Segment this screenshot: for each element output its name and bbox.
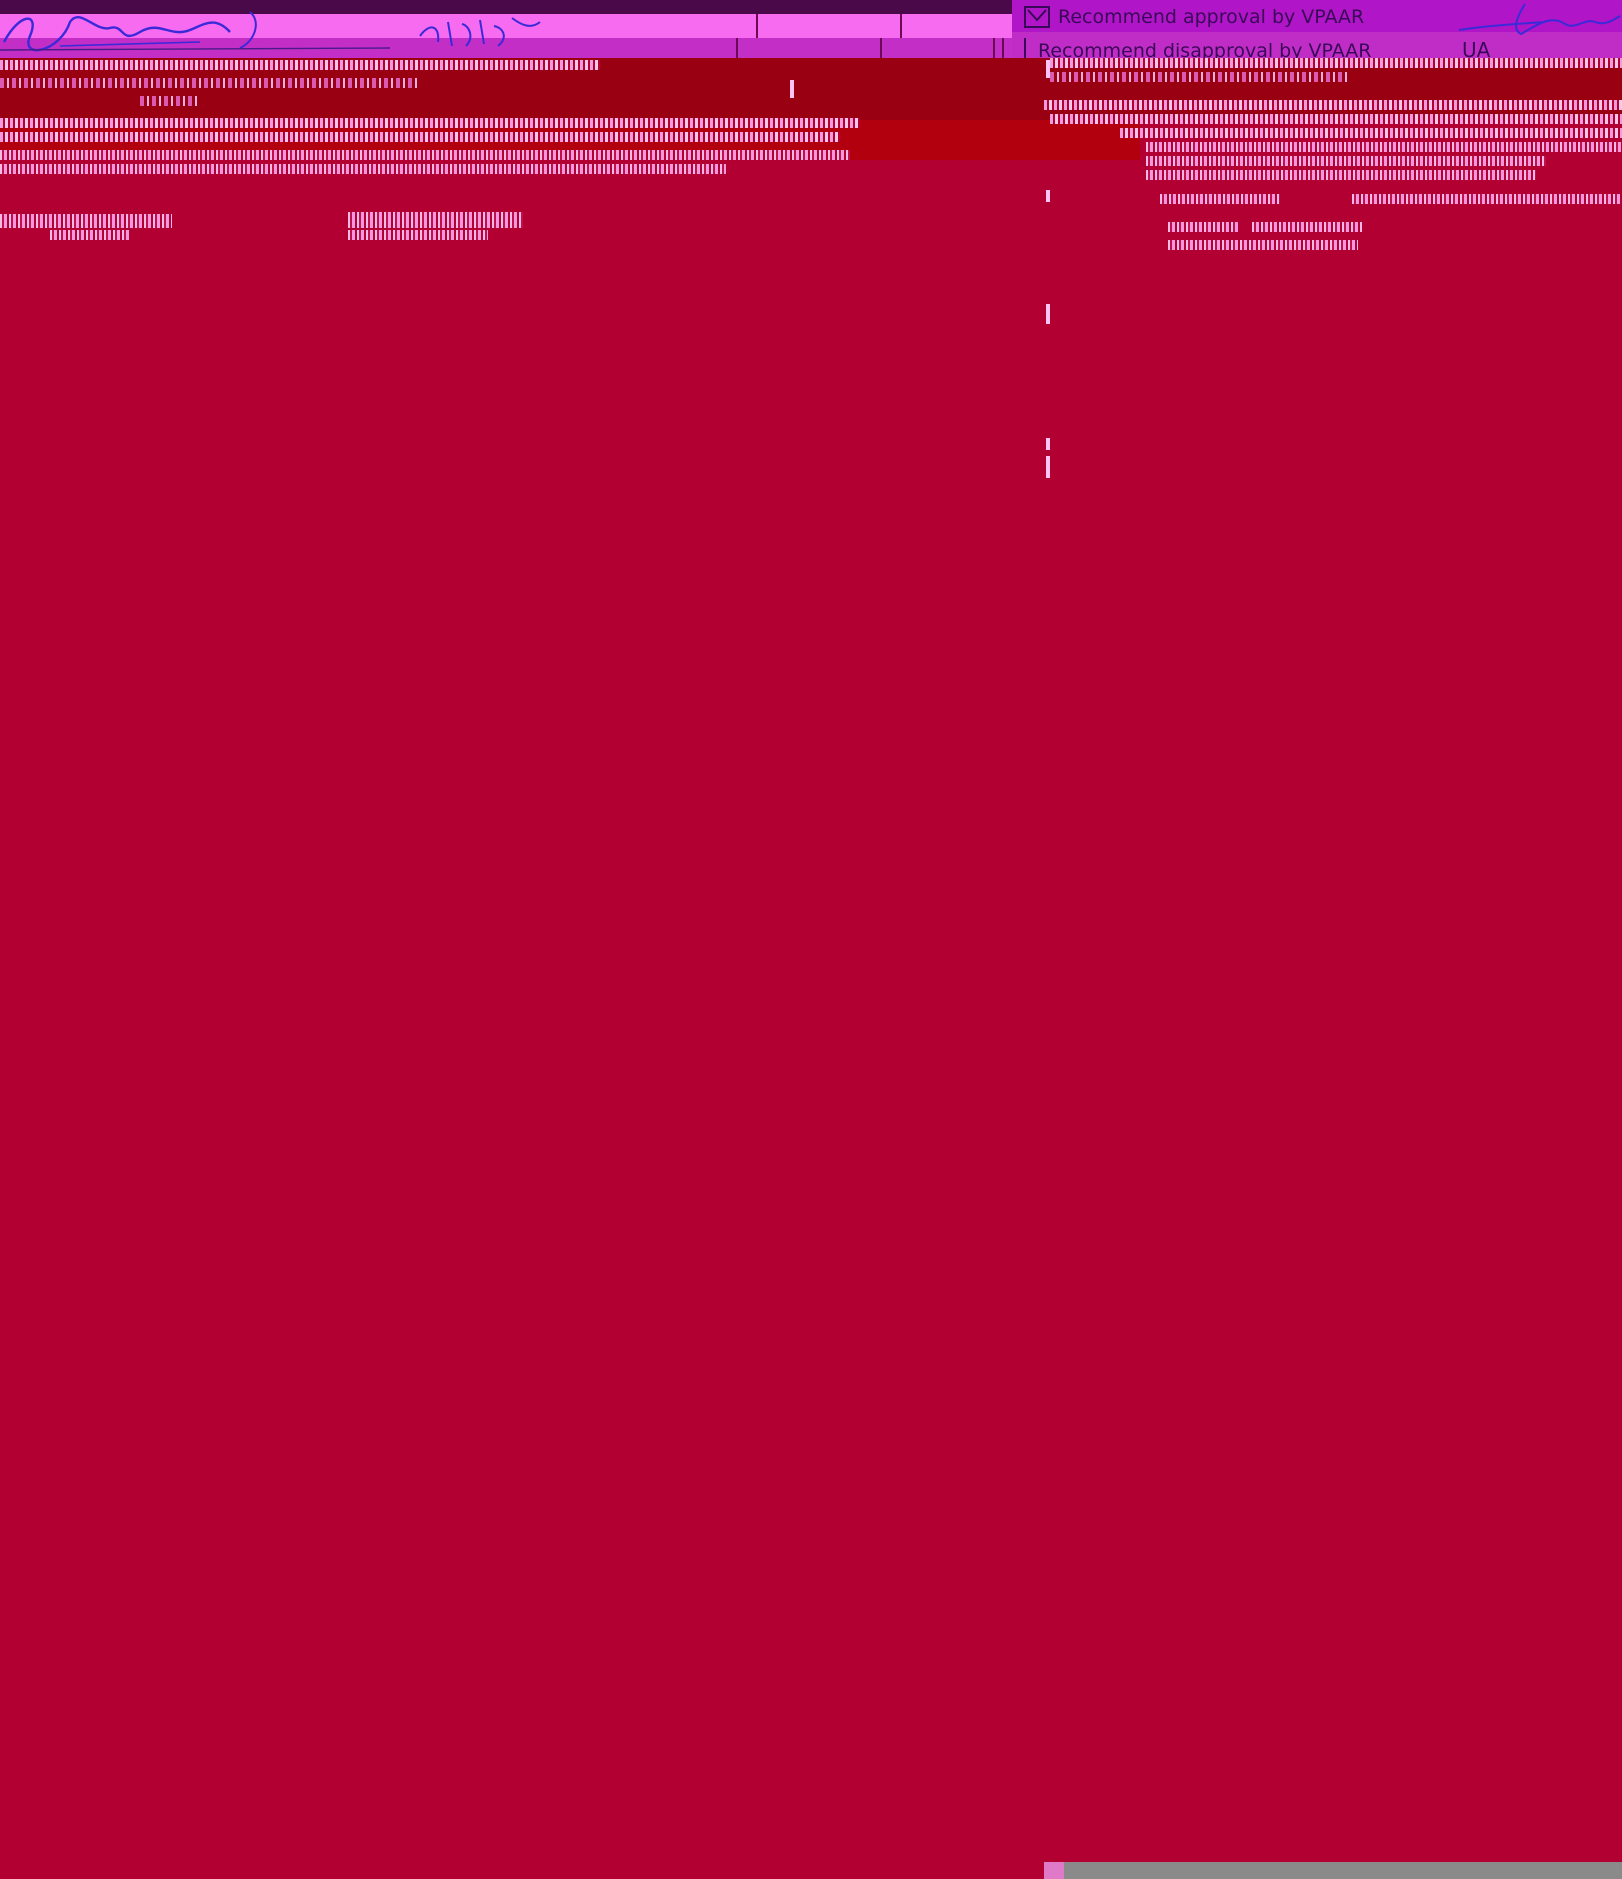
field-divider [993,38,995,60]
rule-mark [790,80,794,98]
text-line [0,164,726,174]
field-divider [736,38,738,60]
text-line [0,214,172,228]
approve-label: Recommend approval by VPAAR [1058,6,1365,28]
rule-mark [1046,438,1050,450]
field-divider [880,38,882,60]
handwritten-signature [0,11,541,52]
field-divider [900,14,902,38]
vpaar-signature [1458,3,1621,36]
text-line [1146,170,1536,180]
text-line [0,78,420,88]
text-line [140,96,200,106]
rule-mark [1046,190,1050,202]
text-line [1160,194,1280,204]
text-line [0,132,840,142]
field-divider [1002,38,1004,60]
rule-mark [1046,456,1050,478]
text-line [348,212,523,228]
text-line [1120,128,1622,138]
text-line [1168,222,1238,232]
text-line [348,230,488,240]
rule-mark [1046,304,1050,324]
text-line [1168,240,1358,250]
text-line [1044,100,1622,110]
text-line [1252,222,1362,232]
rule-mark [1046,60,1050,78]
bottom-bar-edge [1044,1862,1064,1879]
approve-option[interactable]: Recommend approval by VPAAR [1024,6,1364,28]
text-line [1050,72,1350,82]
text-line [50,230,130,240]
text-line [1352,194,1622,204]
scanned-form-page: Recommend approval by VPAAR Recommend di… [0,0,1622,1879]
text-line [0,118,860,128]
text-line [1050,58,1622,68]
bottom-bar [1044,1862,1622,1879]
text-line [1146,142,1622,152]
text-line [0,60,600,70]
field-divider [756,14,758,38]
text-line [1050,114,1622,124]
text-line [0,150,850,160]
checked-box-icon[interactable] [1024,6,1050,28]
text-line [1146,156,1546,166]
